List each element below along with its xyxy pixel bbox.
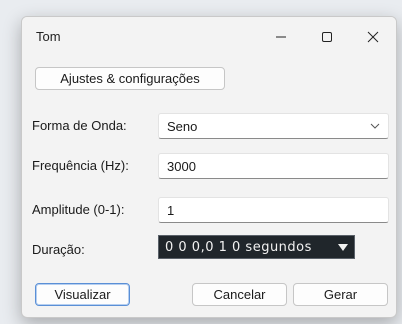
tone-dialog: Tom Ajustes & configurações Forma de Ond… [21, 16, 397, 318]
maximize-button[interactable] [304, 17, 350, 57]
caret-down-icon [338, 244, 348, 251]
amplitude-field[interactable]: 1 [158, 197, 389, 223]
frequency-label: Frequência (Hz): [32, 158, 129, 173]
frequency-field[interactable]: 3000 [158, 153, 389, 179]
preview-button[interactable]: Visualizar [35, 283, 130, 306]
frequency-value: 3000 [167, 158, 196, 174]
waveform-value: Seno [167, 118, 198, 134]
minimize-button[interactable] [258, 17, 304, 57]
title-bar[interactable]: Tom [22, 17, 396, 57]
close-button[interactable] [350, 17, 396, 57]
chevron-down-icon [370, 123, 380, 129]
close-icon [367, 31, 379, 43]
duration-field[interactable]: 0 0 0,0 1 0 segundos [158, 235, 355, 259]
maximize-icon [322, 32, 332, 42]
waveform-select[interactable]: Seno [158, 113, 389, 139]
waveform-label: Forma de Onda: [32, 118, 127, 133]
amplitude-label: Amplitude (0-1): [32, 202, 125, 217]
generate-button[interactable]: Gerar [293, 283, 388, 306]
amplitude-value: 1 [167, 202, 175, 218]
cancel-button[interactable]: Cancelar [192, 283, 287, 306]
duration-value: 0 0 0,0 1 0 segundos [165, 239, 312, 255]
window-title: Tom [36, 29, 61, 44]
minimize-icon [276, 36, 286, 38]
settings-button[interactable]: Ajustes & configurações [35, 67, 225, 90]
duration-label: Duração: [32, 242, 85, 257]
